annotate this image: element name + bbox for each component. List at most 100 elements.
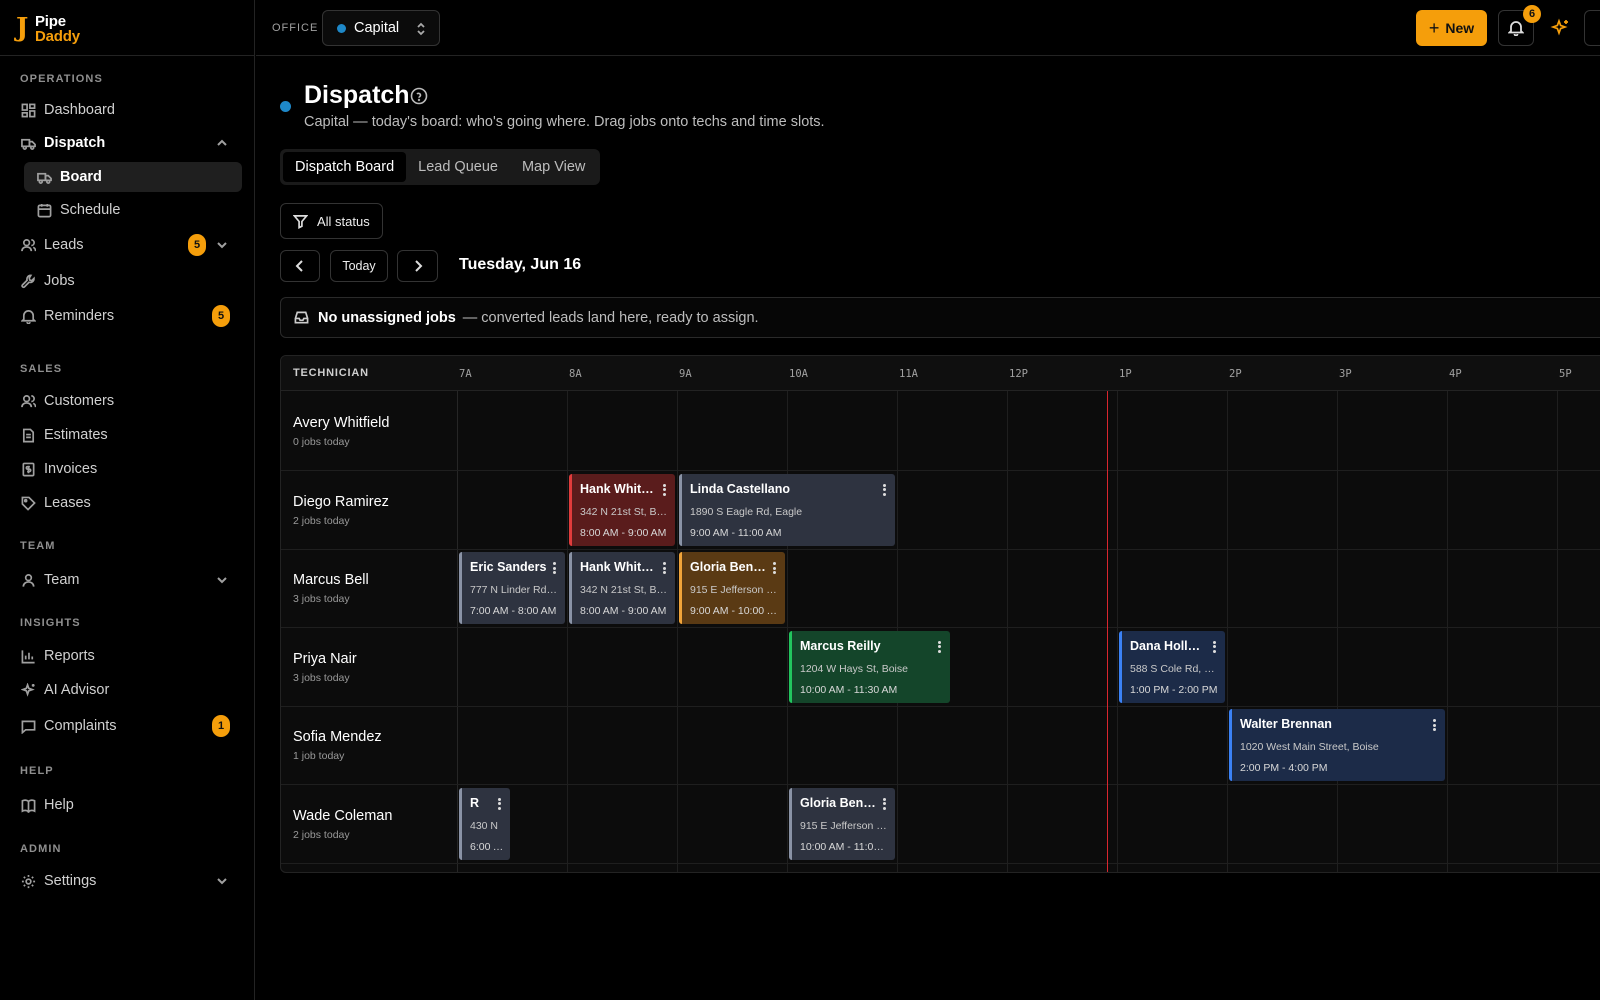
job-card[interactable]: Gloria Bennett 915 E Jefferson St, Boise 9… (679, 552, 785, 624)
chevron-down-icon[interactable] (216, 574, 228, 586)
sidebar-item-label: Board (60, 169, 102, 185)
job-customer-name: Hank Whitfield (580, 560, 657, 574)
page-title: Dispatch (304, 81, 410, 109)
more-vertical-icon[interactable] (773, 562, 777, 574)
sidebar-item-help[interactable]: Help (20, 790, 242, 820)
job-card[interactable]: Dana Holloway 588 S Cole Rd, Boise 1:00 PM… (1119, 630, 1225, 703)
job-customer-name: Dana Holloway (1130, 638, 1207, 653)
section-team: TEAM (20, 540, 56, 552)
job-card[interactable]: Hank Whitfield 342 N 21st St, Boise 8:00 A… (569, 473, 675, 546)
tab-lead-queue[interactable]: Lead Queue (406, 152, 510, 182)
office-select[interactable]: Capital (322, 10, 440, 46)
job-address: 1890 S Eagle Rd, Eagle (690, 505, 803, 518)
sidebar-item-estimates[interactable]: Estimates (20, 420, 242, 450)
office-label: OFFICE (272, 22, 319, 34)
sidebar-item-leases[interactable]: Leases (20, 488, 242, 518)
today-button[interactable]: Today (330, 250, 388, 282)
main-content: Dispatch Capital — today's board: who's … (256, 57, 1600, 1000)
help-circle-icon[interactable] (410, 87, 428, 105)
inbox-icon (294, 311, 309, 324)
job-card[interactable]: Gloria Bennett 915 E Jefferson St, Boise 1… (789, 787, 895, 860)
sidebar-item-label: Estimates (44, 427, 108, 443)
job-time-window: 7:00 AM - 8:00 AM (470, 605, 557, 617)
job-address: 1204 W Hays St, Boise (800, 662, 908, 675)
sidebar-item-dashboard[interactable]: Dashboard (20, 95, 242, 125)
unassigned-title: No unassigned jobs (318, 309, 456, 326)
more-vertical-icon[interactable] (663, 562, 667, 574)
sidebar-item-ai-advisor[interactable]: AI Advisor (20, 675, 242, 705)
hour-label: 7A (459, 368, 472, 380)
user-menu-button[interactable] (1584, 10, 1600, 46)
sidebar-item-team[interactable]: Team (20, 565, 242, 595)
sidebar-item-leads[interactable]: Leads 5 (20, 230, 242, 260)
job-card[interactable]: R 430 N 6:00 AM - 7:00 AM (459, 787, 510, 860)
app-root: J Pipe Daddy OPERATIONS Dashboard Dispat… (0, 0, 1600, 1000)
technician-row[interactable]: Diego Ramirez 2 jobs today (281, 470, 1600, 550)
more-vertical-icon[interactable] (498, 797, 502, 810)
job-card[interactable]: Marcus Reilly 1204 W Hays St, Boise 10:00 … (789, 630, 950, 703)
sidebar-item-label: Settings (44, 873, 97, 889)
current-date: Tuesday, Jun 16 (459, 256, 582, 273)
leads-count-badge: 5 (188, 234, 206, 256)
chevron-down-icon[interactable] (216, 239, 228, 251)
job-customer-name: Linda Castellano (690, 481, 791, 496)
sidebar-item-customers[interactable]: Customers (20, 386, 242, 416)
more-vertical-icon[interactable] (883, 797, 887, 810)
hour-label: 5P (1559, 368, 1572, 380)
more-vertical-icon[interactable] (1213, 640, 1217, 653)
ai-assistant-button[interactable] (1542, 10, 1578, 46)
sidebar-item-board[interactable]: Board (24, 162, 242, 192)
sidebar-item-reports[interactable]: Reports (20, 641, 242, 671)
job-time-window: 8:00 AM - 9:00 AM (580, 605, 667, 617)
next-day-button[interactable] (397, 250, 438, 282)
sidebar-item-jobs[interactable]: Jobs (20, 266, 242, 296)
job-time-window: 1:00 PM - 2:00 PM (1130, 683, 1218, 696)
sidebar-item-dispatch[interactable]: Dispatch (20, 128, 242, 158)
job-card[interactable]: Walter Brennan 1020 West Main Street, Boi… (1229, 709, 1445, 781)
job-card[interactable]: Linda Castellano 1890 S Eagle Rd, Eagle 9:… (679, 473, 895, 546)
tab-map-view[interactable]: Map View (510, 152, 597, 182)
message-icon (20, 718, 36, 734)
notifications-button[interactable]: 6 (1498, 5, 1541, 46)
complaints-count-badge: 1 (212, 715, 230, 737)
status-filter-button[interactable]: All status (280, 203, 383, 239)
chevron-down-icon[interactable] (216, 875, 228, 887)
chevron-up-icon[interactable] (216, 137, 228, 149)
job-customer-name: Gloria Bennett (800, 795, 877, 810)
job-card[interactable]: Hank Whitfield 342 N 21st St, Boise 8:00 A… (569, 552, 675, 624)
technician-name: Diego Ramirez (293, 493, 389, 510)
sidebar-item-complaints[interactable]: Complaints 1 (20, 711, 242, 741)
sidebar-item-schedule[interactable]: Schedule (24, 195, 242, 225)
office-value: Capital (354, 20, 400, 36)
sidebar-item-invoices[interactable]: Invoices (20, 454, 242, 484)
logo-mark: J Pipe Daddy (16, 11, 86, 45)
technician-row[interactable]: Avery Whitfield 0 jobs today (281, 391, 1600, 471)
status-filter-label: All status (317, 213, 370, 229)
job-time-window: 8:00 AM - 9:00 AM (580, 526, 667, 539)
sidebar-item-reminders[interactable]: Reminders 5 (20, 301, 242, 331)
tag-icon (20, 495, 36, 511)
new-button[interactable]: + New (1416, 10, 1487, 46)
sidebar-item-label: Dashboard (44, 102, 115, 118)
more-vertical-icon[interactable] (553, 562, 557, 574)
sidebar-item-settings[interactable]: Settings (20, 866, 242, 896)
more-vertical-icon[interactable] (883, 483, 887, 496)
tab-dispatch-board[interactable]: Dispatch Board (283, 152, 407, 182)
job-card[interactable]: Eric Sanders 777 N Linder Rd, Meridian 7:0… (459, 552, 565, 624)
user-icon (20, 572, 36, 588)
logo-text-line2: Daddy (35, 27, 80, 45)
more-vertical-icon[interactable] (1433, 719, 1437, 731)
sidebar-item-label: Dispatch (44, 135, 106, 151)
more-vertical-icon[interactable] (663, 483, 667, 496)
hour-label: 1P (1119, 368, 1132, 380)
view-tabs: Dispatch Board Lead Queue Map View (280, 149, 601, 185)
job-customer-name: Walter Brennan (1240, 717, 1332, 731)
dispatch-board-grid: TECHNICIAN 7A 8A 9A 10A 11A 12P 1P 2P 3P 4P 5P Ave… (280, 355, 1600, 873)
previous-day-button[interactable] (280, 250, 320, 282)
technician-name: Avery Whitfield (293, 415, 390, 431)
new-button-label: New (1445, 20, 1475, 36)
brand-logo[interactable]: J Pipe Daddy (0, 0, 254, 56)
more-vertical-icon[interactable] (938, 640, 942, 653)
unassigned-jobs-tray[interactable]: No unassigned jobs — converted leads lan… (280, 297, 1600, 338)
calendar-icon (36, 202, 52, 218)
